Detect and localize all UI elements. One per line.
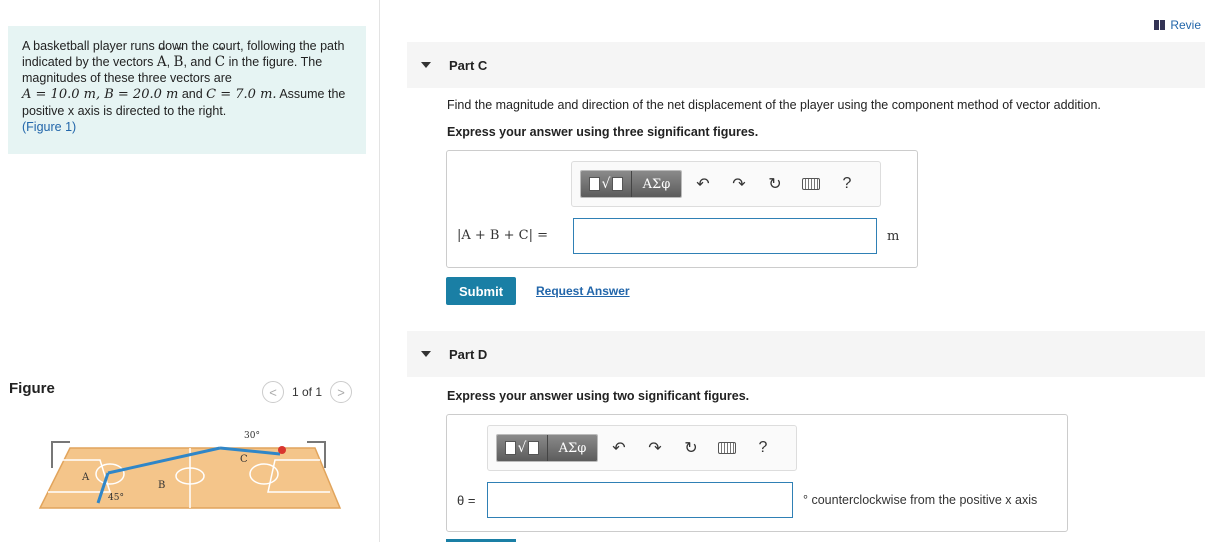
help-icon[interactable]: ? bbox=[832, 170, 862, 198]
label-c: C bbox=[240, 454, 248, 465]
review-label: Revie bbox=[1170, 18, 1201, 32]
templates-button[interactable]: √ bbox=[581, 171, 631, 197]
redo-icon[interactable]: ↷ bbox=[724, 170, 754, 198]
reset-icon[interactable]: ↻ bbox=[760, 170, 790, 198]
review-link[interactable]: Revie bbox=[1154, 18, 1201, 32]
prev-figure-button[interactable]: < bbox=[262, 381, 284, 403]
greek-symbols-button[interactable]: ΑΣφ bbox=[547, 435, 597, 461]
figure-pager: < 1 of 1 > bbox=[262, 381, 353, 403]
figure-title: Figure bbox=[9, 380, 55, 397]
collapse-triangle-icon bbox=[421, 62, 431, 68]
redo-icon[interactable]: ↷ bbox=[640, 434, 670, 462]
undo-icon[interactable]: ↶ bbox=[604, 434, 634, 462]
request-answer-link[interactable]: Request Answer bbox=[536, 284, 630, 298]
templates-button[interactable]: √ bbox=[497, 435, 547, 461]
part-c-instruction: Express your answer using three signific… bbox=[447, 125, 759, 139]
part-c-math-toolbar: √ ΑΣφ ↶ ↷ ↻ ? bbox=[571, 161, 881, 207]
figure-link[interactable]: (Figure 1) bbox=[22, 120, 76, 134]
vector-c: → C bbox=[214, 44, 226, 71]
keyboard-icon[interactable] bbox=[796, 170, 826, 198]
problem-panel: A basketball player runs down the court,… bbox=[0, 0, 380, 542]
book-icon bbox=[1154, 20, 1166, 30]
part-d-header[interactable]: Part D bbox=[407, 331, 1205, 377]
label-a: A bbox=[81, 472, 90, 483]
part-c-lhs: |A + B + C| = bbox=[457, 228, 548, 243]
part-c-unit: m bbox=[887, 229, 900, 244]
vector-b: → B bbox=[173, 44, 184, 71]
part-c-answer-box: √ ΑΣφ ↶ ↷ ↻ ? |A + B + C| = m bbox=[446, 150, 918, 268]
and-text: , and bbox=[183, 55, 212, 69]
part-c-question: Find the magnitude and direction of the … bbox=[447, 98, 1101, 112]
part-d-math-toolbar: √ ΑΣφ ↶ ↷ ↻ ? bbox=[487, 425, 797, 471]
label-angle-30: 30° bbox=[244, 431, 260, 441]
part-d-lhs: θ = bbox=[457, 493, 476, 508]
help-icon[interactable]: ? bbox=[748, 434, 778, 462]
reset-icon[interactable]: ↻ bbox=[676, 434, 706, 462]
problem-statement: A basketball player runs down the court,… bbox=[8, 26, 366, 154]
part-c-header[interactable]: Part C bbox=[407, 42, 1205, 88]
template-buttons: √ ΑΣφ bbox=[496, 434, 598, 462]
next-figure-button[interactable]: > bbox=[330, 381, 353, 403]
submit-button[interactable]: Submit bbox=[446, 277, 516, 305]
vector-a: → A bbox=[156, 44, 167, 71]
keyboard-icon[interactable] bbox=[712, 434, 742, 462]
label-angle-45: 45° bbox=[108, 493, 124, 503]
magnitudes-ab: A = 10.0 m, B = 20.0 m bbox=[22, 87, 179, 102]
part-c-answer-input[interactable] bbox=[573, 218, 877, 254]
and-text-2: and bbox=[181, 87, 203, 101]
part-d-instruction: Express your answer using two significan… bbox=[447, 389, 750, 403]
template-buttons: √ ΑΣφ bbox=[580, 170, 682, 198]
magnitude-c: C = 7.0 m. bbox=[206, 87, 277, 102]
part-c-title: Part C bbox=[449, 57, 488, 73]
basketball-court-figure[interactable]: A B C 45° 30° bbox=[30, 428, 350, 514]
figure-pager-label: 1 of 1 bbox=[292, 385, 323, 399]
part-d-answer-input[interactable] bbox=[487, 482, 793, 518]
part-d-unit: ° counterclockwise from the positive x a… bbox=[803, 493, 1038, 507]
label-b: B bbox=[158, 480, 165, 491]
part-d-answer-box: √ ΑΣφ ↶ ↷ ↻ ? θ = ° counterclockwise fro… bbox=[446, 414, 1068, 532]
undo-icon[interactable]: ↶ bbox=[688, 170, 718, 198]
greek-symbols-button[interactable]: ΑΣφ bbox=[631, 171, 681, 197]
player-marker bbox=[278, 446, 286, 454]
collapse-triangle-icon bbox=[421, 351, 431, 357]
comma: , bbox=[166, 55, 171, 69]
part-d-title: Part D bbox=[449, 346, 488, 362]
